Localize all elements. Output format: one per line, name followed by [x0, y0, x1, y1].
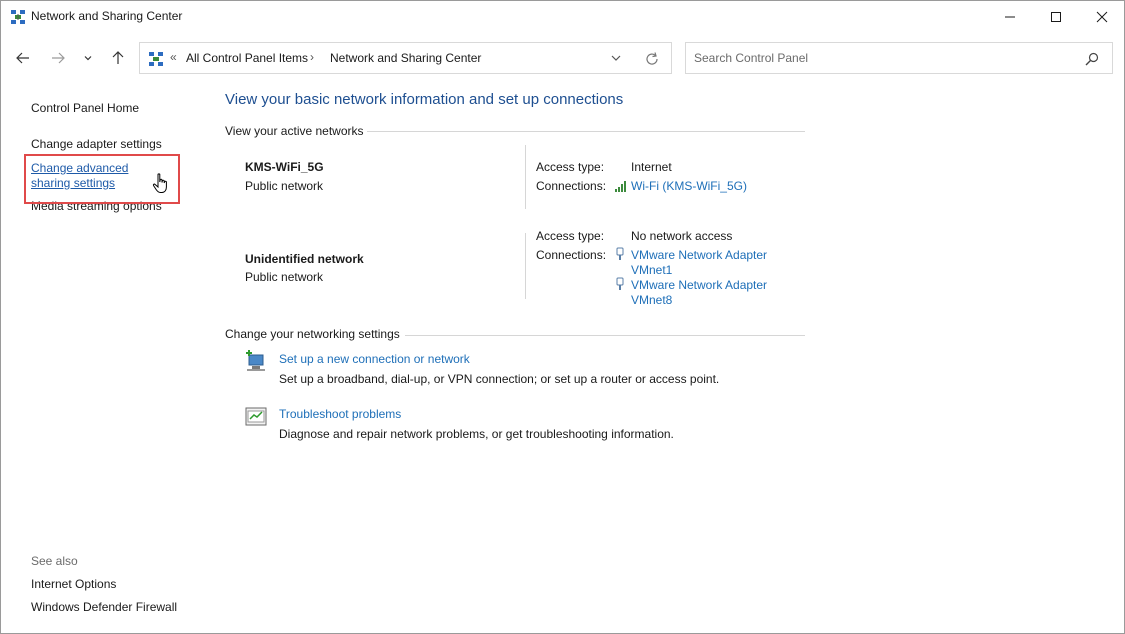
- change-advanced-sharing-settings-link[interactable]: Change advanced sharing settings: [31, 161, 171, 191]
- minimize-button[interactable]: [987, 1, 1033, 32]
- new-connection-icon: [246, 350, 265, 371]
- hand-cursor-icon: [152, 173, 167, 193]
- setup-new-connection-link[interactable]: Set up a new connection or network: [279, 352, 470, 366]
- network-divider: [525, 233, 526, 299]
- chevron-down-icon: [84, 56, 92, 61]
- refresh-icon[interactable]: [644, 51, 660, 67]
- network-center-icon: [11, 10, 25, 24]
- breadcrumb-all-control-panel-items[interactable]: All Control Panel Items: [186, 51, 308, 65]
- up-arrow-icon: [112, 51, 124, 64]
- vmnet8-connection-link[interactable]: VMware Network Adapter VMnet8: [631, 278, 781, 308]
- setup-new-connection-description: Set up a broadband, dial-up, or VPN conn…: [279, 372, 720, 386]
- access-type-value: Internet: [631, 160, 672, 174]
- minimize-icon: [1005, 16, 1015, 17]
- wifi-signal-icon: [615, 181, 626, 192]
- networking-settings-heading: Change your networking settings: [225, 327, 400, 341]
- troubleshoot-problems-link[interactable]: Troubleshoot problems: [279, 407, 401, 421]
- troubleshoot-icon: [245, 407, 267, 426]
- page-title: View your basic network information and …: [225, 91, 624, 108]
- network-center-icon: [149, 52, 163, 66]
- title-bar: Network and Sharing Center: [1, 1, 1124, 33]
- see-also-heading: See also: [31, 554, 78, 568]
- active-networks-heading: View your active networks: [225, 124, 364, 138]
- back-arrow-icon: [16, 52, 29, 64]
- network-divider: [525, 145, 526, 209]
- search-placeholder: Search Control Panel: [694, 51, 809, 65]
- control-panel-home-link[interactable]: Control Panel Home: [31, 101, 139, 115]
- search-icon[interactable]: [1084, 51, 1100, 67]
- breadcrumb-separator[interactable]: ›: [310, 50, 314, 64]
- connections-label: Connections:: [536, 179, 607, 193]
- window: Network and Sharing Center « All Control…: [0, 0, 1125, 634]
- wifi-connection-link[interactable]: Wi-Fi (KMS-WiFi_5G): [631, 179, 747, 193]
- address-bar[interactable]: « All Control Panel Items › Network and …: [139, 42, 672, 74]
- ethernet-icon: [616, 277, 624, 290]
- vmnet1-connection-link[interactable]: VMware Network Adapter VMnet1: [631, 248, 781, 278]
- recent-locations-button[interactable]: [79, 45, 97, 71]
- connections-label: Connections:: [536, 248, 607, 262]
- up-button[interactable]: [105, 45, 131, 71]
- troubleshoot-problems-description: Diagnose and repair network problems, or…: [279, 427, 674, 441]
- close-button[interactable]: [1079, 1, 1125, 32]
- forward-button[interactable]: [45, 45, 71, 71]
- change-adapter-settings-link[interactable]: Change adapter settings: [31, 137, 162, 151]
- windows-defender-firewall-link[interactable]: Windows Defender Firewall: [31, 600, 177, 614]
- chevron-down-icon[interactable]: [608, 50, 624, 66]
- breadcrumb-overflow[interactable]: «: [170, 50, 177, 64]
- access-type-value: No network access: [631, 229, 733, 243]
- back-button[interactable]: [10, 45, 36, 71]
- maximize-button[interactable]: [1033, 1, 1079, 32]
- access-type-label: Access type:: [536, 160, 605, 174]
- network-name: Unidentified network: [245, 252, 364, 266]
- section-divider: [405, 335, 805, 336]
- access-type-label: Access type:: [536, 229, 605, 243]
- maximize-icon: [1051, 11, 1061, 22]
- network-type-link[interactable]: Public network: [245, 270, 323, 284]
- section-divider: [367, 131, 805, 132]
- ethernet-icon: [616, 247, 624, 260]
- network-type-link[interactable]: Public network: [245, 179, 323, 193]
- network-name: KMS-WiFi_5G: [245, 160, 324, 174]
- breadcrumb-network-and-sharing-center[interactable]: Network and Sharing Center: [330, 51, 481, 65]
- forward-arrow-icon: [52, 52, 65, 64]
- window-title: Network and Sharing Center: [31, 9, 183, 23]
- internet-options-link[interactable]: Internet Options: [31, 577, 116, 591]
- close-icon: [1096, 11, 1108, 22]
- search-input[interactable]: Search Control Panel: [685, 42, 1113, 74]
